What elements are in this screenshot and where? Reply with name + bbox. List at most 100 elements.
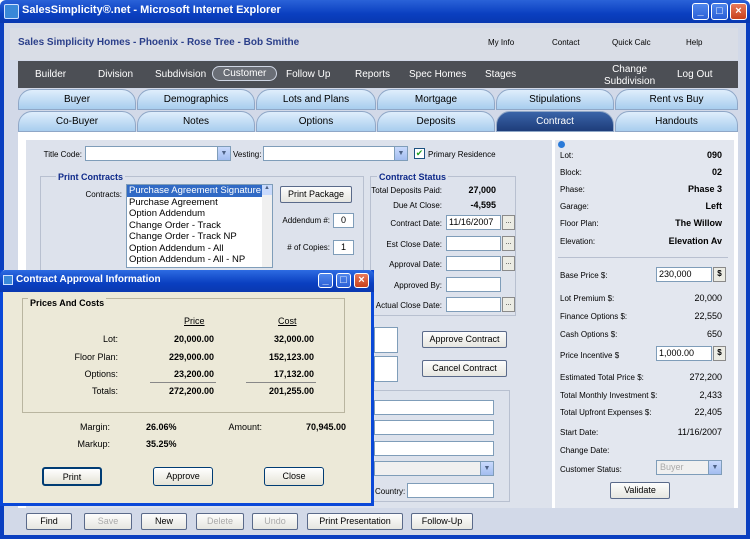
- nav-logout[interactable]: Log Out: [677, 69, 713, 80]
- dollar-icon[interactable]: $: [713, 346, 726, 361]
- est-close-date-label: Est Close Date:: [386, 240, 442, 249]
- dialog-close-button[interactable]: Close: [264, 467, 324, 486]
- address-input-2[interactable]: [374, 420, 494, 435]
- scroll-up-icon[interactable]: ▲: [262, 185, 272, 195]
- tab-mortgage[interactable]: Mortgage: [377, 89, 495, 110]
- maximize-icon[interactable]: □: [711, 3, 728, 20]
- customer-status-select[interactable]: Buyer ▼: [656, 460, 722, 475]
- listbox-scrollbar[interactable]: ▲: [262, 185, 272, 267]
- tab-deposits[interactable]: Deposits: [377, 111, 495, 132]
- margin-label: Margin:: [79, 422, 110, 432]
- main-nav: Builder Division Subdivision Customer Fo…: [18, 61, 738, 88]
- contact-link[interactable]: Contact: [552, 38, 580, 47]
- country-label: Country:: [375, 487, 406, 496]
- nav-subdivision[interactable]: Subdivision: [155, 69, 206, 80]
- base-price-input[interactable]: 230,000: [656, 267, 712, 282]
- approved-by-input[interactable]: [446, 277, 501, 292]
- lot-value: 090: [706, 150, 722, 160]
- cancel-contract-button[interactable]: Cancel Contract: [422, 360, 507, 377]
- new-button[interactable]: New: [141, 513, 187, 530]
- quick-calc-link[interactable]: Quick Calc: [612, 38, 651, 47]
- list-item[interactable]: Option Addendum - All: [127, 243, 272, 255]
- actual-close-date-input[interactable]: [446, 297, 501, 312]
- price-incentive-input[interactable]: 1,000.00: [656, 346, 712, 361]
- list-item[interactable]: Purchase Agreement Signature: [127, 185, 272, 197]
- nav-stages[interactable]: Stages: [485, 69, 516, 80]
- approval-date-input[interactable]: [446, 256, 501, 271]
- tab-contract[interactable]: Contract: [496, 111, 614, 132]
- est-total-price-label: Estimated Total Price $:: [560, 373, 644, 382]
- date-picker-icon[interactable]: ...: [502, 256, 515, 271]
- list-item[interactable]: Change Order - Track NP: [127, 231, 272, 243]
- close-icon[interactable]: ×: [730, 3, 747, 20]
- address-input-3[interactable]: [374, 441, 494, 456]
- list-item[interactable]: Change Order - Track: [127, 220, 272, 232]
- nav-follow-up[interactable]: Follow Up: [286, 69, 330, 80]
- print-package-button[interactable]: Print Package: [280, 186, 352, 203]
- date-picker-icon[interactable]: ...: [502, 215, 515, 230]
- find-button[interactable]: Find: [26, 513, 72, 530]
- nav-reports[interactable]: Reports: [355, 69, 390, 80]
- dialog-approve-button[interactable]: Approve: [153, 467, 213, 486]
- address-input-1[interactable]: [374, 400, 494, 415]
- validate-button[interactable]: Validate: [610, 482, 670, 499]
- date-picker-icon[interactable]: ...: [502, 236, 515, 251]
- copies-input[interactable]: 1: [333, 240, 354, 255]
- lot-price-value: 20,000.00: [173, 334, 214, 344]
- nav-customer[interactable]: Customer: [212, 66, 278, 81]
- customer-status-value: Buyer: [660, 462, 684, 472]
- state-select[interactable]: ▼: [374, 461, 494, 476]
- vesting-select[interactable]: ▼: [263, 146, 408, 161]
- garage-value: Left: [705, 201, 723, 211]
- contract-date-input[interactable]: 11/16/2007: [446, 215, 501, 230]
- tab-lots-and-plans[interactable]: Lots and Plans: [256, 89, 376, 110]
- approve-contract-button[interactable]: Approve Contract: [422, 331, 507, 348]
- tab-rent-vs-buy[interactable]: Rent vs Buy: [615, 89, 738, 110]
- tab-handouts[interactable]: Handouts: [615, 111, 738, 132]
- contracts-listbox[interactable]: Purchase Agreement Signature Purchase Ag…: [126, 184, 273, 268]
- dialog-minimize-icon[interactable]: _: [318, 273, 333, 288]
- cost-column-header: Cost: [278, 316, 297, 326]
- hidden-input-1[interactable]: [374, 327, 398, 353]
- tab-demographics[interactable]: Demographics: [137, 89, 255, 110]
- nav-division[interactable]: Division: [98, 69, 133, 80]
- phase-value: Phase 3: [687, 184, 722, 194]
- hidden-input-2[interactable]: [374, 356, 398, 382]
- window-title: SalesSimplicity®.net - Microsoft Interne…: [22, 4, 281, 16]
- lot-premium-label: Lot Premium $:: [560, 294, 615, 303]
- print-presentation-button[interactable]: Print Presentation: [307, 513, 403, 530]
- addendum-input[interactable]: 0: [333, 213, 354, 228]
- nav-change-subdivision[interactable]: Change Subdivision: [604, 64, 655, 88]
- primary-residence-checkbox[interactable]: ✔: [414, 148, 425, 159]
- save-button[interactable]: Save: [84, 513, 132, 530]
- nav-builder[interactable]: Builder: [35, 69, 66, 80]
- est-total-price-value: 272,200: [689, 372, 722, 382]
- dialog-print-button[interactable]: Print: [42, 467, 102, 486]
- addendum-label: Addendum #:: [282, 216, 330, 225]
- dialog-close-icon[interactable]: ×: [354, 273, 369, 288]
- nav-spec-homes[interactable]: Spec Homes: [409, 69, 466, 80]
- help-link[interactable]: Help: [686, 38, 702, 47]
- dollar-icon[interactable]: $: [713, 267, 726, 282]
- tab-options[interactable]: Options: [256, 111, 376, 132]
- tab-co-buyer[interactable]: Co-Buyer: [18, 111, 136, 132]
- est-close-date-input[interactable]: [446, 236, 501, 251]
- list-item[interactable]: Option Addendum - All - NP: [127, 254, 272, 266]
- my-info-link[interactable]: My Info: [488, 38, 514, 47]
- tab-notes[interactable]: Notes: [137, 111, 255, 132]
- follow-up-button[interactable]: Follow-Up: [411, 513, 473, 530]
- contract-date-label: Contract Date:: [390, 219, 442, 228]
- undo-button[interactable]: Undo: [252, 513, 298, 530]
- delete-button[interactable]: Delete: [196, 513, 244, 530]
- dialog-maximize-icon[interactable]: □: [336, 273, 351, 288]
- country-input[interactable]: [407, 483, 494, 498]
- list-item[interactable]: Purchase Agreement: [127, 197, 272, 209]
- tab-stipulations[interactable]: Stipulations: [496, 89, 614, 110]
- title-code-select[interactable]: ▼: [85, 146, 231, 161]
- lot-premium-value: 20,000: [694, 293, 722, 303]
- block-label: Block:: [560, 168, 582, 177]
- list-item[interactable]: Option Addendum: [127, 208, 272, 220]
- date-picker-icon[interactable]: ...: [502, 297, 515, 312]
- minimize-icon[interactable]: _: [692, 3, 709, 20]
- tab-buyer[interactable]: Buyer: [18, 89, 136, 110]
